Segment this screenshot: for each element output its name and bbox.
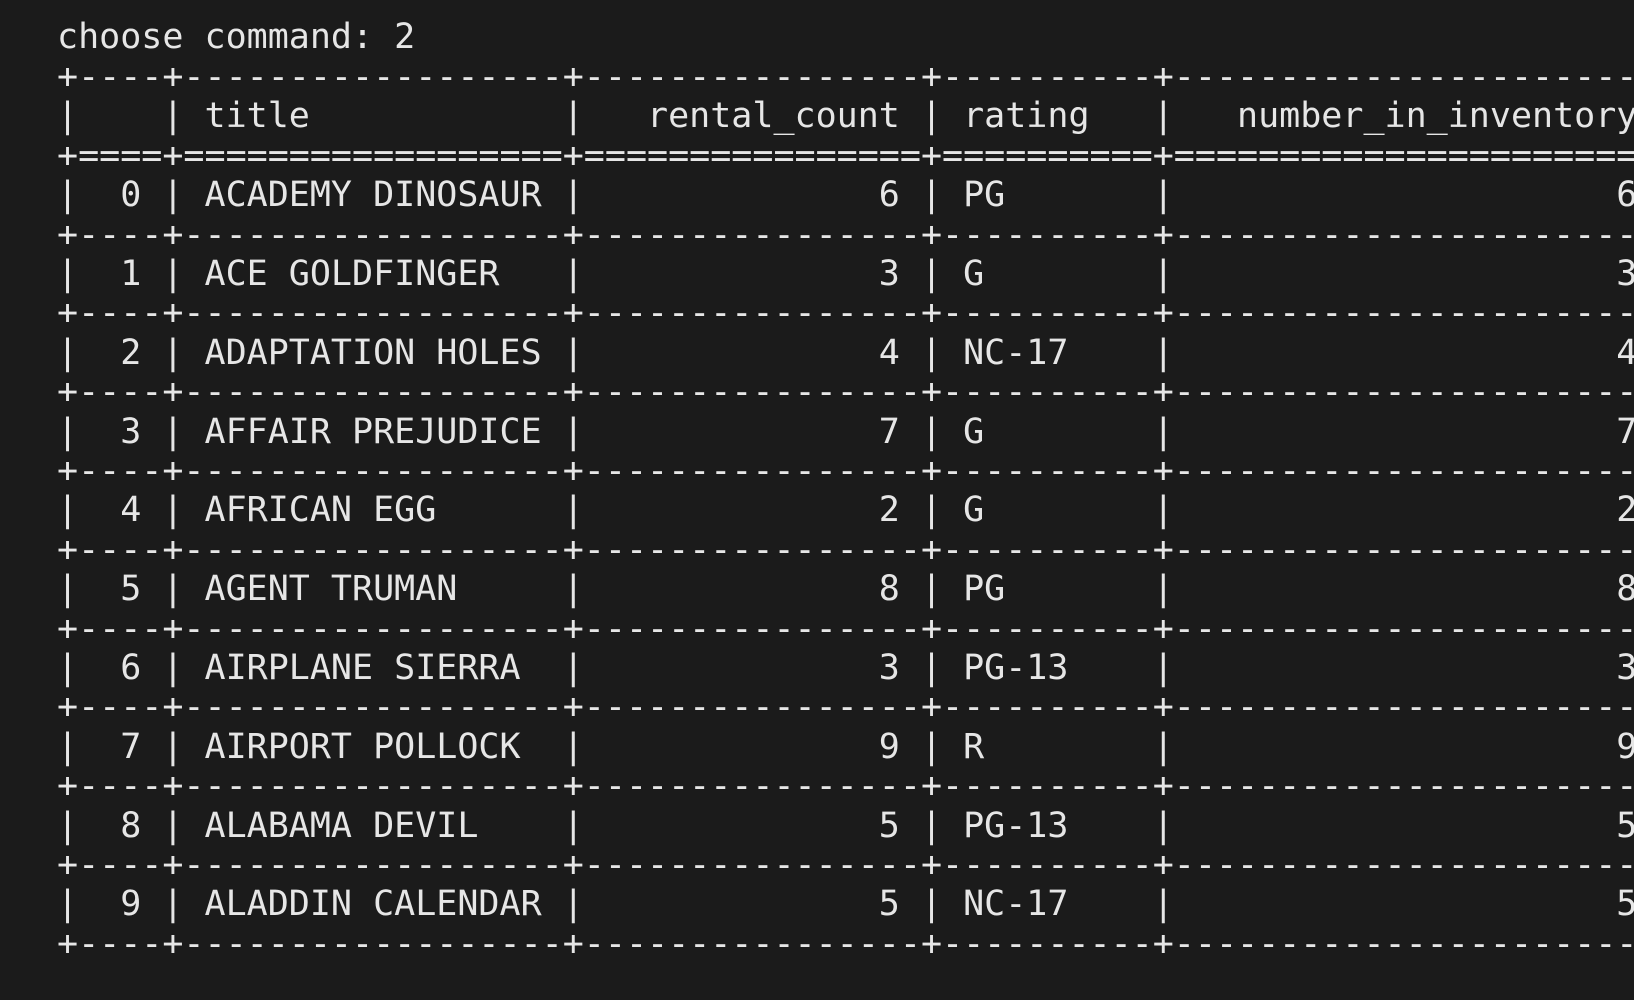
table-row: | 8 | ALABAMA DEVIL | 5 | PG-13 | 5 | <box>57 805 1634 846</box>
table-row: | 0 | ACADEMY DINOSAUR | 6 | PG | 6 | <box>57 175 1634 216</box>
table-row: | 5 | AGENT TRUMAN | 8 | PG | 8 | <box>57 569 1634 610</box>
table-row-separator: +----+------------------+---------------… <box>57 451 1634 491</box>
table-row: | 2 | ADAPTATION HOLES | 4 | NC-17 | 4 | <box>57 332 1634 373</box>
table-row-separator: +----+------------------+---------------… <box>57 293 1634 334</box>
prompt-label: choose command: <box>57 17 374 57</box>
table-row: | 7 | AIRPORT POLLOCK | 9 | R | 9 | <box>57 726 1634 767</box>
table-row-separator: +----+------------------+---------------… <box>57 845 1634 885</box>
table-border: +----+------------------+---------------… <box>57 57 1634 97</box>
prompt-input-value: 2 <box>394 17 416 57</box>
table-header-row: | | title | rental_count | rating | numb… <box>57 96 1634 137</box>
table-row-separator: +----+------------------+---------------… <box>57 214 1634 255</box>
table-row-separator: +----+------------------+---------------… <box>57 766 1634 807</box>
table-header-separator: +====+==================+===============… <box>57 135 1634 176</box>
table-row: | 6 | AIRPLANE SIERRA | 3 | PG-13 | 3 | <box>57 648 1634 688</box>
table-row-separator: +----+------------------+---------------… <box>57 529 1634 570</box>
table-row-separator: +----+------------------+---------------… <box>57 372 1634 413</box>
table-row-separator: +----+------------------+---------------… <box>57 923 1634 964</box>
command-prompt: choose command: 2 <box>57 17 415 58</box>
terminal-window: choose command: 2 +----+----------------… <box>0 0 1634 1000</box>
table-row: | 1 | ACE GOLDFINGER | 3 | G | 3 | <box>57 254 1634 294</box>
table-row-separator: +----+------------------+---------------… <box>57 608 1634 649</box>
table-row: | 4 | AFRICAN EGG | 2 | G | 2 | <box>57 490 1634 531</box>
table-row-separator: +----+------------------+---------------… <box>57 687 1634 728</box>
table-row: | 3 | AFFAIR PREJUDICE | 7 | G | 7 | <box>57 411 1634 452</box>
table-row: | 9 | ALADDIN CALENDAR | 5 | NC-17 | 5 | <box>57 884 1634 925</box>
